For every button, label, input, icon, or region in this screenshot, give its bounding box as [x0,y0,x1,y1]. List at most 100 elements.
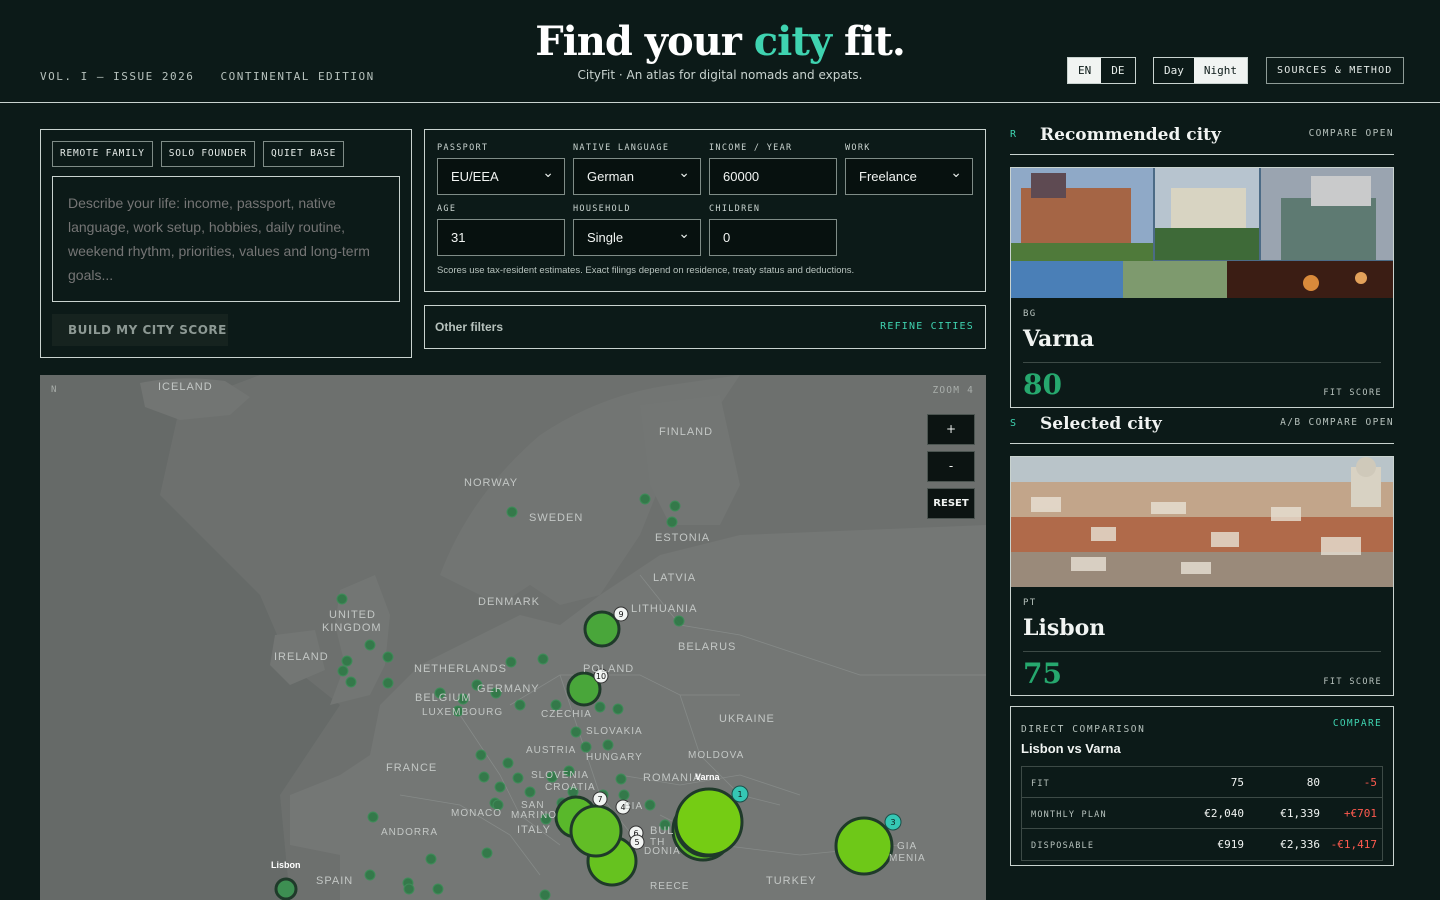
delta-value: -€1,417 [1330,838,1377,851]
day-mode-button[interactable]: Day [1154,58,1194,83]
country-label: BELGIUM [415,692,472,704]
zoom-out-button[interactable]: - [927,451,975,482]
country-label: MARINO [511,810,557,821]
age-input[interactable]: 31 [437,219,565,256]
country-label: ROMANIA [643,772,702,784]
lang-en-button[interactable]: EN [1068,58,1102,83]
country-label: SLOVENIA [531,770,590,781]
marker-lisbon[interactable] [274,877,298,900]
title-post: fit. [831,18,906,65]
title-accent: city [753,18,832,65]
metric-label: FIT [1031,779,1050,789]
svg-text:7: 7 [597,795,602,804]
income-input[interactable]: 60000 [709,158,837,195]
children-input[interactable]: 0 [709,219,837,256]
table-row: DISPOSABLE €919 €2,336 -€1,417 [1022,829,1382,860]
country-label: BELARUS [678,641,737,653]
finland-land [640,395,740,525]
country-label: GERMANY [477,683,540,695]
tax-note: Scores use tax-resident estimates. Exact… [437,265,855,276]
country-label: DONIA [644,846,681,857]
country-label: DENMARK [478,596,541,608]
marker-large[interactable] [583,610,621,648]
selected-city-name: Lisbon [1023,615,1106,641]
country-label: BIA [624,801,644,812]
refine-cities-button[interactable]: REFINE CITIES [880,321,974,332]
recommended-city-card[interactable]: BG Varna 80 FIT SCORE [1010,167,1394,408]
chip-quiet-base[interactable]: QUIET BASE [263,141,345,167]
recommended-header: R Recommended city COMPARE OPEN [1010,125,1394,155]
ab-compare-open-link[interactable]: A/B COMPARE OPEN [1280,417,1394,428]
title-pre: Find your [535,18,754,65]
city-label-lisbon[interactable]: Lisbon [271,860,301,870]
country-label: REECE [650,881,690,892]
work-field: WORK Freelance [845,143,973,195]
svg-text:3: 3 [890,818,895,827]
delta-value: -5 [1363,776,1377,789]
map-reset-button[interactable]: RESET [927,488,975,519]
household-label: HOUSEHOLD [573,204,631,214]
build-score-button[interactable]: BUILD MY CITY SCORE [52,314,228,346]
varna-value: €1,339 [1280,807,1320,820]
compare-button[interactable]: COMPARE [1333,718,1382,729]
country-label: ICELAND [158,381,213,393]
metric-label: DISPOSABLE [1031,841,1095,851]
zoom-in-button[interactable]: + [927,414,975,445]
country-label: GIA [897,841,918,852]
chip-solo-founder[interactable]: SOLO FOUNDER [160,141,255,167]
country-label: BUL [650,825,675,837]
country-label: SWEDEN [529,512,584,524]
marker-large[interactable] [834,816,894,876]
household-field: HOUSEHOLD Single [573,204,701,256]
preset-chips: REMOTE FAMILY SOLO FOUNDER QUIET BASE [52,141,345,167]
lisbon-photo [1011,457,1393,587]
recommended-country-code: BG [1023,309,1037,319]
comparison-table: FIT 75 80 -5 MONTHLY PLAN €2,040 €1,339 … [1021,766,1383,861]
life-description-input[interactable] [52,176,400,302]
country-label: LITHUANIA [631,603,698,615]
europe-map[interactable]: 9 10 7 4 6 5 1 3 N ZOOM 4 + - RESET ICEL… [40,375,986,900]
language-toggle: EN DE [1067,57,1136,84]
country-label: SPAIN [316,875,354,887]
map-canvas: 9 10 7 4 6 5 1 3 [40,375,986,900]
country-label: POLAND [583,663,635,675]
age-label: AGE [437,204,457,214]
fit-score-label: FIT SCORE [1323,388,1382,398]
country-label: IRELAND [274,651,329,663]
household-select[interactable]: Single [573,216,701,256]
language-select[interactable]: German [573,155,701,195]
country-label: KINGDOM [322,622,382,634]
comparison-title: Lisbon vs Varna [1021,741,1121,756]
metric-label: MONTHLY PLAN [1031,810,1107,820]
country-label: ESTONIA [655,532,711,544]
children-field: CHILDREN 0 [709,204,837,256]
profile-panel: REMOTE FAMILY SOLO FOUNDER QUIET BASE BU… [40,129,412,358]
selected-city-card[interactable]: PT Lisbon 75 FIT SCORE [1010,456,1394,696]
other-filters-bar[interactable]: Other filters REFINE CITIES [424,305,986,349]
night-mode-button[interactable]: Night [1193,58,1247,83]
work-label: WORK [845,143,871,153]
selected-header: S Selected city A/B COMPARE OPEN [1010,414,1394,444]
country-label: ANDORRA [381,827,439,838]
country-label: AUSTRIA [526,745,577,756]
city-label-varna[interactable]: Varna [695,772,720,782]
chip-remote-family[interactable]: REMOTE FAMILY [52,141,153,167]
recommended-heading: Recommended city [1040,125,1221,145]
comparison-kicker: DIRECT COMPARISON [1021,724,1146,735]
work-select[interactable]: Freelance [845,155,973,195]
card-divider [1023,651,1381,652]
masthead: VOL. I — ISSUE 2026 CONTINENTAL EDITION … [0,0,1440,103]
country-label: FRANCE [386,762,438,774]
parameters-panel: PASSPORT EU/EEA NATIVE LANGUAGE German I… [424,129,986,292]
table-row: MONTHLY PLAN €2,040 €1,339 +€701 [1022,798,1382,829]
language-label: NATIVE LANGUAGE [573,143,670,153]
marker-large[interactable] [569,804,623,858]
country-label: LUXEMBOURG [422,707,504,718]
sources-method-button[interactable]: SOURCES & METHOD [1266,57,1404,84]
lisbon-value: €2,040 [1204,807,1244,820]
marker-varna[interactable] [674,787,744,857]
compare-open-link[interactable]: COMPARE OPEN [1309,128,1394,139]
passport-select[interactable]: EU/EEA [437,155,565,195]
lang-de-button[interactable]: DE [1101,58,1134,83]
fit-score-label: FIT SCORE [1323,677,1382,687]
